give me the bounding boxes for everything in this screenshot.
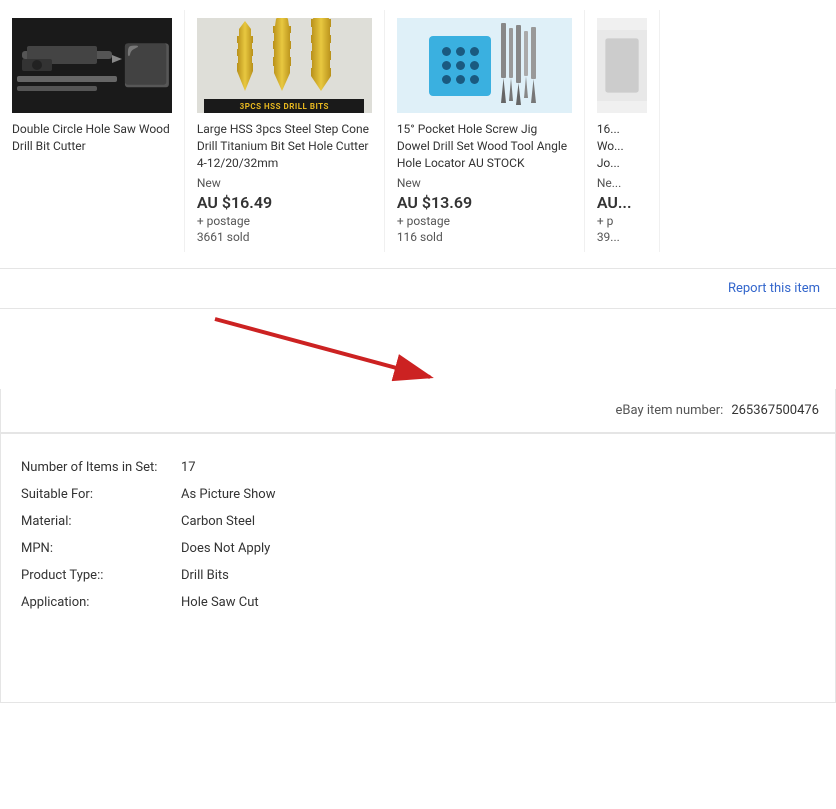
specs-value-5: Hole Saw Cut	[181, 589, 815, 616]
specs-value-0: 17	[181, 454, 815, 481]
product-price-4: AU...	[597, 193, 647, 212]
product-condition-2: New	[197, 176, 372, 190]
product-sold-2: 3661 sold	[197, 230, 372, 244]
specs-label-1: Suitable For:	[21, 481, 181, 508]
main-wrapper: Double Circle Hole Saw Wood Drill Bit Cu…	[0, 0, 836, 703]
product-carousel: Double Circle Hole Saw Wood Drill Bit Cu…	[0, 0, 836, 269]
product-card-1[interactable]: Double Circle Hole Saw Wood Drill Bit Cu…	[0, 10, 185, 252]
product-image-4	[597, 18, 647, 113]
specs-table: Number of Items in Set:17Suitable For:As…	[21, 454, 815, 616]
carousel-row: Double Circle Hole Saw Wood Drill Bit Cu…	[0, 10, 836, 252]
specs-row-1: Suitable For:As Picture Show	[21, 481, 815, 508]
specs-row-5: Application:Hole Saw Cut	[21, 589, 815, 616]
red-arrow-svg	[0, 309, 836, 389]
product-postage-3: + postage	[397, 214, 572, 228]
specs-value-2: Carbon Steel	[181, 508, 815, 535]
report-section: Report this item	[0, 269, 836, 309]
specs-label-4: Product Type::	[21, 562, 181, 589]
specs-value-3: Does Not Apply	[181, 535, 815, 562]
arrow-container	[0, 309, 836, 389]
step-drill-image	[231, 18, 337, 91]
item-number-section: eBay item number: 265367500476	[0, 389, 836, 433]
product-price-2: AU $16.49	[197, 193, 372, 212]
product-image-1	[12, 18, 172, 113]
specs-row-0: Number of Items in Set:17	[21, 454, 815, 481]
specs-section: Number of Items in Set:17Suitable For:As…	[0, 433, 836, 703]
specs-value-1: As Picture Show	[181, 481, 815, 508]
product-title-4: 16... Wo... Jo...	[597, 121, 647, 171]
product-condition-4: Ne...	[597, 176, 647, 190]
specs-row-2: Material:Carbon Steel	[21, 508, 815, 535]
product-postage-2: + postage	[197, 214, 372, 228]
product-postage-4: + p	[597, 214, 647, 228]
specs-value-4: Drill Bits	[181, 562, 815, 589]
item-number-label: eBay item number:	[616, 403, 724, 418]
jig-visual	[429, 36, 491, 96]
item-number-value: 265367500476	[731, 403, 819, 418]
product-card-2[interactable]: 3PCS HSS DRILL BITS 4-12mm 4-20mm 4-32mm…	[185, 10, 385, 252]
jig-bits-visual	[499, 23, 539, 108]
specs-row-3: MPN:Does Not Apply	[21, 535, 815, 562]
product-title-3: 15° Pocket Hole Screw Jig Dowel Drill Se…	[397, 121, 572, 171]
specs-label-0: Number of Items in Set:	[21, 454, 181, 481]
product-condition-3: New	[397, 176, 572, 190]
report-link[interactable]: Report this item	[728, 281, 820, 296]
specs-label-2: Material:	[21, 508, 181, 535]
product-card-3[interactable]: 15° Pocket Hole Screw Jig Dowel Drill Se…	[385, 10, 585, 252]
specs-label-3: MPN:	[21, 535, 181, 562]
specs-label-5: Application:	[21, 589, 181, 616]
product-title-1: Double Circle Hole Saw Wood Drill Bit Cu…	[12, 121, 172, 155]
product-sold-3: 116 sold	[397, 230, 572, 244]
product-image-3	[397, 18, 572, 113]
product-sold-4: 39...	[597, 230, 647, 244]
product-price-3: AU $13.69	[397, 193, 572, 212]
product-card-4[interactable]: 16... Wo... Jo... Ne... AU... + p 39...	[585, 10, 660, 252]
product-title-2: Large HSS 3pcs Steel Step Cone Drill Tit…	[197, 121, 372, 171]
report-arrow-area: Report this item	[0, 269, 836, 389]
product-image-2: 3PCS HSS DRILL BITS 4-12mm 4-20mm 4-32mm	[197, 18, 372, 113]
specs-row-4: Product Type::Drill Bits	[21, 562, 815, 589]
drill-label-bar: 3PCS HSS DRILL BITS	[204, 99, 364, 114]
